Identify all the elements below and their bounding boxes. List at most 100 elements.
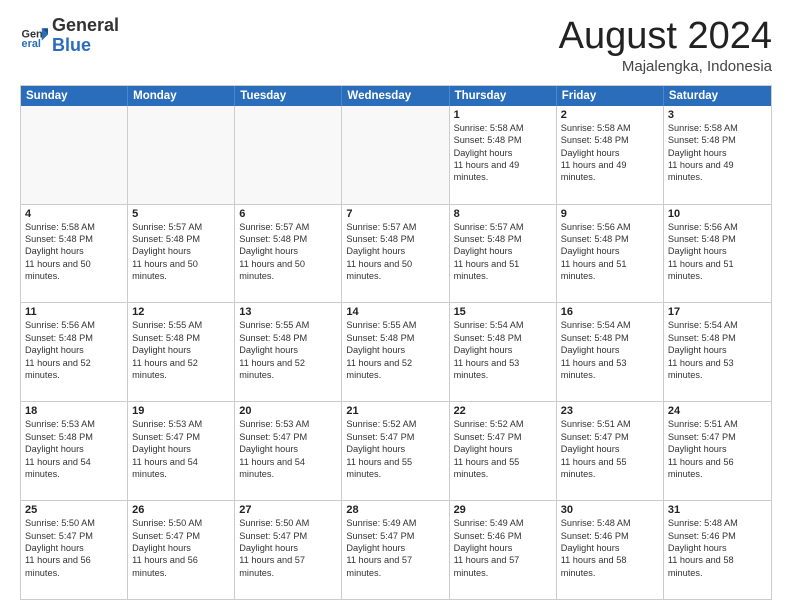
sunset-line: Sunset: 5:47 PM bbox=[668, 431, 767, 443]
sunrise-line: Sunrise: 5:50 AM bbox=[25, 517, 123, 529]
day-number: 29 bbox=[454, 504, 552, 516]
day-cell-12: 12Sunrise: 5:55 AMSunset: 5:48 PMDayligh… bbox=[128, 303, 235, 401]
sunset-line: Sunset: 5:47 PM bbox=[561, 431, 659, 443]
day-number: 7 bbox=[346, 208, 444, 220]
daylight-value: 11 hours and 49 minutes. bbox=[668, 159, 767, 184]
week-row-3: 11Sunrise: 5:56 AMSunset: 5:48 PMDayligh… bbox=[21, 302, 771, 401]
sunset-line: Sunset: 5:47 PM bbox=[239, 530, 337, 542]
daylight-label: Daylight hours bbox=[239, 245, 337, 257]
sunset-line: Sunset: 5:48 PM bbox=[668, 134, 767, 146]
day-number: 26 bbox=[132, 504, 230, 516]
day-number: 28 bbox=[346, 504, 444, 516]
week-row-2: 4Sunrise: 5:58 AMSunset: 5:48 PMDaylight… bbox=[21, 204, 771, 303]
day-cell-2: 2Sunrise: 5:58 AMSunset: 5:48 PMDaylight… bbox=[557, 106, 664, 204]
day-cell-21: 21Sunrise: 5:52 AMSunset: 5:47 PMDayligh… bbox=[342, 402, 449, 500]
sunset-line: Sunset: 5:46 PM bbox=[668, 530, 767, 542]
daylight-value: 11 hours and 54 minutes. bbox=[25, 456, 123, 481]
daylight-label: Daylight hours bbox=[239, 443, 337, 455]
daylight-value: 11 hours and 52 minutes. bbox=[239, 357, 337, 382]
sunset-line: Sunset: 5:48 PM bbox=[561, 134, 659, 146]
header: Gen eral General Blue August 2024 Majale… bbox=[20, 16, 772, 75]
daylight-value: 11 hours and 50 minutes. bbox=[346, 258, 444, 283]
sunrise-line: Sunrise: 5:52 AM bbox=[346, 418, 444, 430]
daylight-value: 11 hours and 57 minutes. bbox=[346, 554, 444, 579]
daylight-label: Daylight hours bbox=[239, 542, 337, 554]
empty-cell bbox=[21, 106, 128, 204]
sunrise-line: Sunrise: 5:53 AM bbox=[25, 418, 123, 430]
calendar-body: 1Sunrise: 5:58 AMSunset: 5:48 PMDaylight… bbox=[21, 106, 771, 599]
svg-text:eral: eral bbox=[22, 38, 41, 50]
logo-blue-text: Blue bbox=[52, 36, 119, 56]
daylight-label: Daylight hours bbox=[454, 344, 552, 356]
day-number: 14 bbox=[346, 306, 444, 318]
day-number: 2 bbox=[561, 109, 659, 121]
sunrise-line: Sunrise: 5:53 AM bbox=[132, 418, 230, 430]
day-cell-7: 7Sunrise: 5:57 AMSunset: 5:48 PMDaylight… bbox=[342, 205, 449, 303]
daylight-value: 11 hours and 50 minutes. bbox=[132, 258, 230, 283]
daylight-label: Daylight hours bbox=[132, 344, 230, 356]
daylight-label: Daylight hours bbox=[346, 344, 444, 356]
daylight-value: 11 hours and 55 minutes. bbox=[346, 456, 444, 481]
week-row-1: 1Sunrise: 5:58 AMSunset: 5:48 PMDaylight… bbox=[21, 106, 771, 204]
sunrise-line: Sunrise: 5:50 AM bbox=[132, 517, 230, 529]
sunrise-line: Sunrise: 5:57 AM bbox=[132, 221, 230, 233]
daylight-value: 11 hours and 54 minutes. bbox=[239, 456, 337, 481]
day-cell-24: 24Sunrise: 5:51 AMSunset: 5:47 PMDayligh… bbox=[664, 402, 771, 500]
daylight-label: Daylight hours bbox=[25, 443, 123, 455]
empty-cell bbox=[128, 106, 235, 204]
day-cell-10: 10Sunrise: 5:56 AMSunset: 5:48 PMDayligh… bbox=[664, 205, 771, 303]
day-cell-27: 27Sunrise: 5:50 AMSunset: 5:47 PMDayligh… bbox=[235, 501, 342, 599]
sunset-line: Sunset: 5:48 PM bbox=[561, 233, 659, 245]
day-cell-15: 15Sunrise: 5:54 AMSunset: 5:48 PMDayligh… bbox=[450, 303, 557, 401]
daylight-value: 11 hours and 51 minutes. bbox=[454, 258, 552, 283]
sunset-line: Sunset: 5:48 PM bbox=[25, 332, 123, 344]
day-number: 15 bbox=[454, 306, 552, 318]
sunrise-line: Sunrise: 5:49 AM bbox=[454, 517, 552, 529]
logo-text: General Blue bbox=[52, 16, 119, 56]
daylight-label: Daylight hours bbox=[668, 344, 767, 356]
sunrise-line: Sunrise: 5:51 AM bbox=[668, 418, 767, 430]
sunset-line: Sunset: 5:48 PM bbox=[454, 134, 552, 146]
sunrise-line: Sunrise: 5:55 AM bbox=[239, 319, 337, 331]
day-cell-22: 22Sunrise: 5:52 AMSunset: 5:47 PMDayligh… bbox=[450, 402, 557, 500]
daylight-label: Daylight hours bbox=[239, 344, 337, 356]
sunrise-line: Sunrise: 5:50 AM bbox=[239, 517, 337, 529]
sunset-line: Sunset: 5:48 PM bbox=[454, 332, 552, 344]
day-number: 17 bbox=[668, 306, 767, 318]
location: Majalengka, Indonesia bbox=[559, 58, 772, 75]
sunrise-line: Sunrise: 5:54 AM bbox=[668, 319, 767, 331]
sunset-line: Sunset: 5:47 PM bbox=[346, 530, 444, 542]
day-cell-17: 17Sunrise: 5:54 AMSunset: 5:48 PMDayligh… bbox=[664, 303, 771, 401]
daylight-value: 11 hours and 52 minutes. bbox=[346, 357, 444, 382]
daylight-value: 11 hours and 51 minutes. bbox=[668, 258, 767, 283]
sunrise-line: Sunrise: 5:55 AM bbox=[346, 319, 444, 331]
logo: Gen eral General Blue bbox=[20, 16, 119, 56]
day-number: 16 bbox=[561, 306, 659, 318]
day-cell-19: 19Sunrise: 5:53 AMSunset: 5:47 PMDayligh… bbox=[128, 402, 235, 500]
sunset-line: Sunset: 5:47 PM bbox=[132, 431, 230, 443]
sunset-line: Sunset: 5:48 PM bbox=[346, 332, 444, 344]
day-number: 25 bbox=[25, 504, 123, 516]
daylight-label: Daylight hours bbox=[561, 344, 659, 356]
day-cell-25: 25Sunrise: 5:50 AMSunset: 5:47 PMDayligh… bbox=[21, 501, 128, 599]
day-cell-6: 6Sunrise: 5:57 AMSunset: 5:48 PMDaylight… bbox=[235, 205, 342, 303]
calendar-header: SundayMondayTuesdayWednesdayThursdayFrid… bbox=[21, 86, 771, 106]
daylight-label: Daylight hours bbox=[132, 245, 230, 257]
sunset-line: Sunset: 5:46 PM bbox=[561, 530, 659, 542]
day-cell-31: 31Sunrise: 5:48 AMSunset: 5:46 PMDayligh… bbox=[664, 501, 771, 599]
sunrise-line: Sunrise: 5:51 AM bbox=[561, 418, 659, 430]
daylight-label: Daylight hours bbox=[132, 542, 230, 554]
daylight-value: 11 hours and 53 minutes. bbox=[454, 357, 552, 382]
sunset-line: Sunset: 5:47 PM bbox=[454, 431, 552, 443]
sunrise-line: Sunrise: 5:57 AM bbox=[239, 221, 337, 233]
day-number: 23 bbox=[561, 405, 659, 417]
day-cell-16: 16Sunrise: 5:54 AMSunset: 5:48 PMDayligh… bbox=[557, 303, 664, 401]
day-number: 9 bbox=[561, 208, 659, 220]
sunrise-line: Sunrise: 5:54 AM bbox=[454, 319, 552, 331]
page: Gen eral General Blue August 2024 Majale… bbox=[0, 0, 792, 612]
daylight-label: Daylight hours bbox=[25, 542, 123, 554]
sunrise-line: Sunrise: 5:56 AM bbox=[25, 319, 123, 331]
day-cell-13: 13Sunrise: 5:55 AMSunset: 5:48 PMDayligh… bbox=[235, 303, 342, 401]
sunrise-line: Sunrise: 5:55 AM bbox=[132, 319, 230, 331]
empty-cell bbox=[235, 106, 342, 204]
